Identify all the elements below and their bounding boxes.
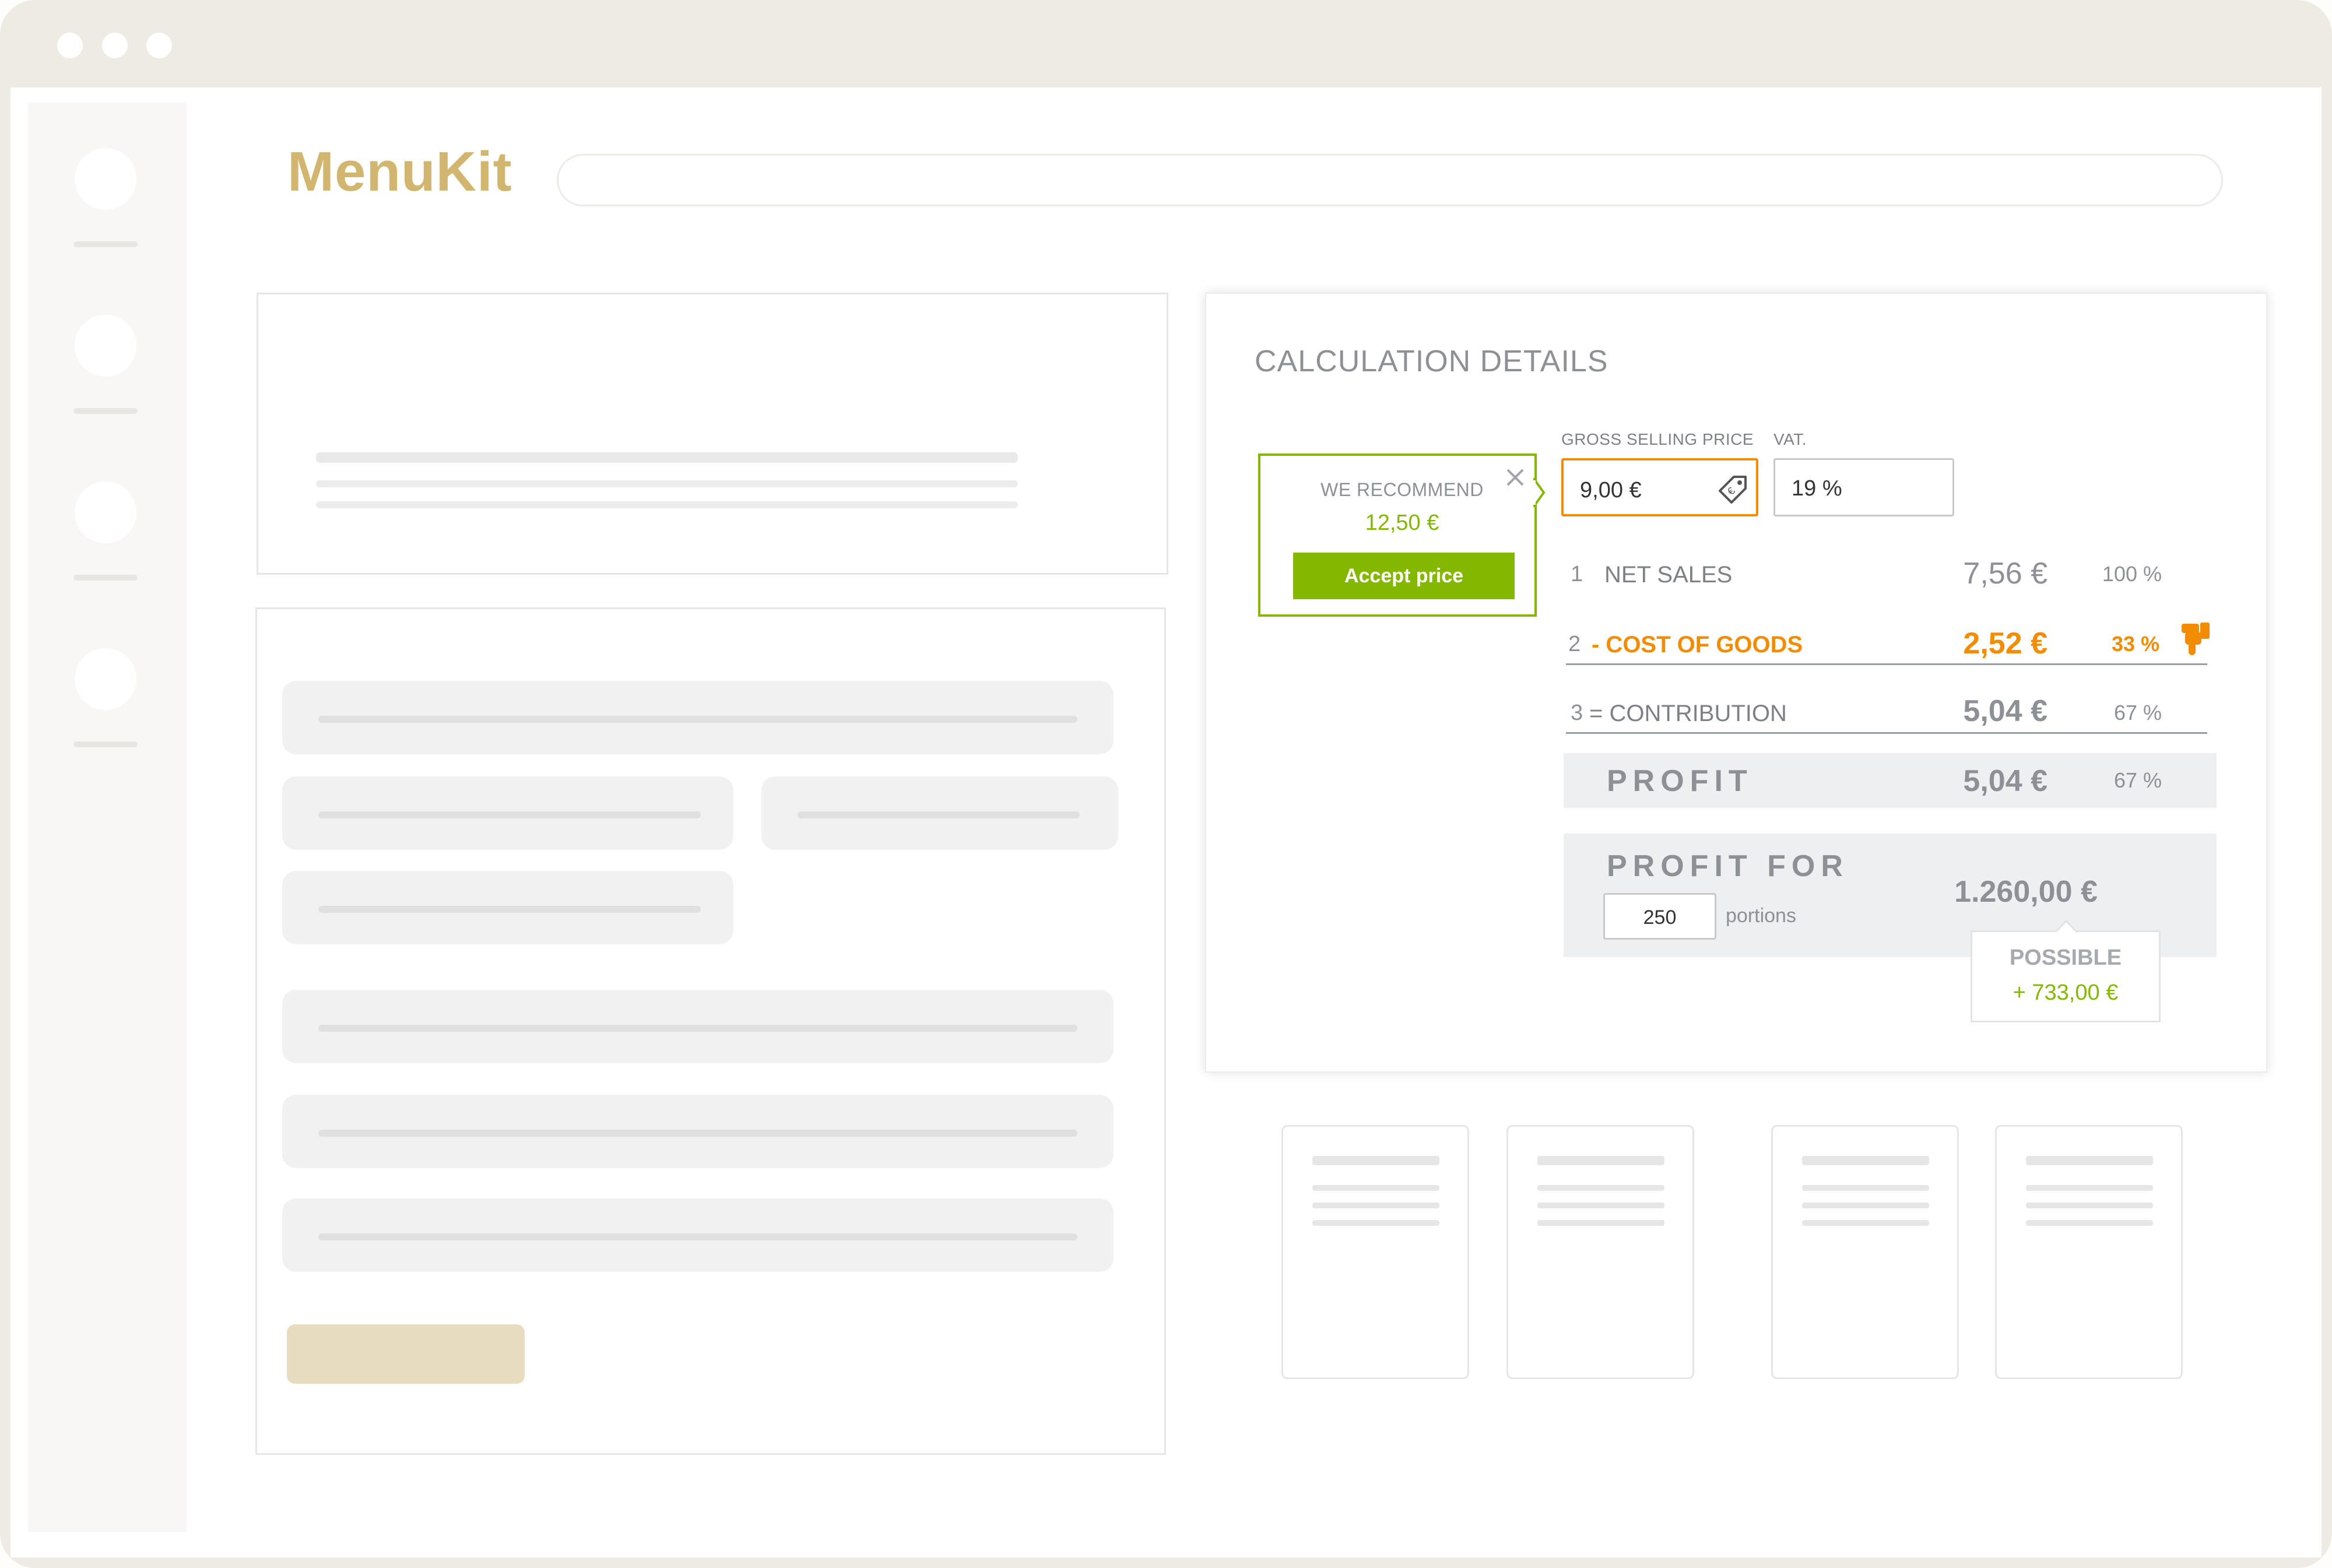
card-title: CALCULATION DETAILS (1255, 344, 1608, 378)
recommended-price: 12,50 € (1365, 511, 1439, 535)
window-dot-icon (57, 33, 83, 58)
contribution-label: = CONTRIBUTION (1589, 701, 1787, 726)
profit-percent: 67 % (2113, 768, 2162, 792)
row-number: 1 (1571, 562, 1583, 586)
net-sales-label: NET SALES (1604, 562, 1733, 588)
form-field[interactable] (282, 990, 1114, 1063)
profit-for-amount: 1.260,00 € (1954, 875, 2098, 909)
sidebar-item-icon[interactable] (75, 648, 136, 710)
cost-of-goods-percent: 33 % (2111, 632, 2159, 656)
sidebar-item-icon[interactable] (75, 148, 136, 210)
vat-label: VAT. (1773, 430, 1807, 448)
sidebar-item-label (73, 408, 138, 414)
contribution-percent: 67 % (2113, 701, 2162, 725)
possible-value: + 733,00 € (2013, 980, 2119, 1005)
form-field[interactable] (282, 1198, 1114, 1272)
sidebar-item-label (73, 241, 138, 247)
document-thumbnail[interactable] (1506, 1125, 1694, 1379)
row-number: 3 (1571, 701, 1583, 725)
form-field[interactable] (282, 871, 733, 944)
placeholder-line (316, 480, 1018, 487)
sidebar-item-icon[interactable] (75, 481, 136, 543)
document-thumbnail[interactable] (1995, 1125, 2183, 1379)
possible-tooltip (1971, 930, 2161, 1022)
portions-label: portions (1726, 905, 1796, 927)
form-field[interactable] (282, 681, 1114, 754)
vat-input[interactable]: 19 % (1773, 458, 1954, 516)
sidebar-item-icon[interactable] (75, 315, 136, 377)
net-sales-percent: 100 % (2102, 562, 2162, 586)
price-tag-icon[interactable]: € (1718, 474, 1748, 505)
profit-amount: 5,04 € (1963, 764, 2047, 798)
tooltip-arrow-icon (2056, 920, 2077, 933)
sidebar-item-label (73, 741, 138, 747)
window-dot-icon (102, 33, 128, 58)
gross-price-label: GROSS SELLING PRICE (1561, 430, 1754, 448)
form-field[interactable] (282, 776, 733, 850)
row-divider (1566, 732, 2207, 734)
portions-input[interactable]: 250 (1603, 893, 1716, 940)
svg-text:€: € (1725, 485, 1737, 497)
cost-of-goods-amount: 2,52 € (1963, 627, 2047, 660)
cost-of-goods-label: - COST OF GOODS (1592, 632, 1803, 658)
profit-for-label: PROFIT FOR (1607, 849, 1849, 883)
recommend-label: WE RECOMMEND (1320, 479, 1484, 500)
info-card (257, 293, 1168, 575)
thumb-down-icon (2182, 623, 2210, 655)
submit-button[interactable] (287, 1324, 525, 1384)
placeholder-line (316, 501, 1018, 508)
app-logo: MenuKit (287, 140, 512, 203)
form-field[interactable] (282, 1095, 1114, 1168)
possible-label: POSSIBLE (2009, 945, 2122, 970)
search-input[interactable] (557, 154, 2223, 206)
contribution-amount: 5,04 € (1963, 694, 2047, 728)
accept-price-button[interactable]: Accept price (1293, 553, 1515, 599)
row-number: 2 (1568, 632, 1581, 656)
placeholder-line (316, 452, 1018, 463)
window-dot-icon (146, 33, 172, 58)
sidebar-item-label (73, 575, 138, 581)
net-sales-amount: 7,56 € (1963, 557, 2047, 590)
profit-label: PROFIT (1607, 764, 1753, 798)
document-thumbnail[interactable] (1771, 1125, 1959, 1379)
form-field[interactable] (761, 776, 1118, 850)
document-thumbnail[interactable] (1281, 1125, 1469, 1379)
row-divider (1566, 663, 2207, 665)
